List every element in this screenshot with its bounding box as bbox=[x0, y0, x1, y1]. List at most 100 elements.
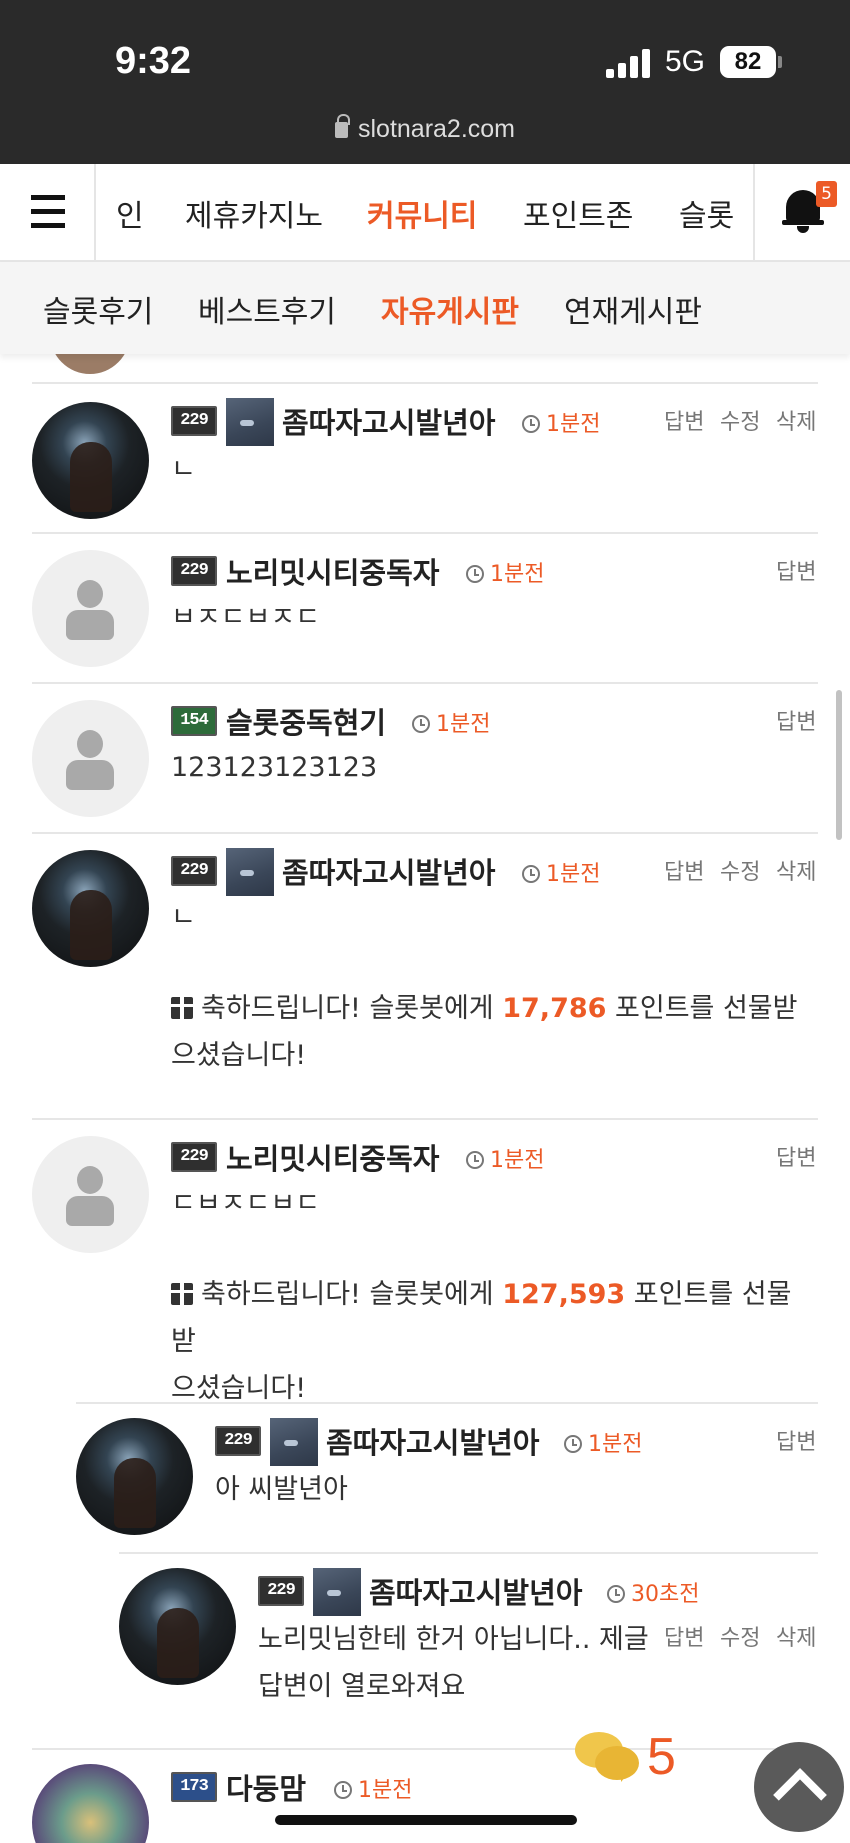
gift-text: 포인트를 선물받 bbox=[606, 993, 798, 1024]
comment-text: 아 씨발년아 bbox=[215, 1474, 348, 1505]
delete-button[interactable]: 삭제 bbox=[776, 1620, 816, 1652]
nickname[interactable]: 슬롯중독현기 bbox=[226, 700, 386, 742]
tab-best-review[interactable]: 베스트후기 bbox=[198, 287, 336, 331]
reply-button[interactable]: 답변 bbox=[776, 554, 816, 586]
edit-button[interactable]: 수정 bbox=[720, 854, 760, 886]
nickname[interactable]: 다둥맘 bbox=[226, 1766, 306, 1808]
time-text: 1분전 bbox=[436, 712, 491, 737]
reply-button[interactable]: 답변 bbox=[776, 704, 816, 736]
comment-item: 229 노리밋시티중독자 1분전 답변 ㄷㅂㅈㄷㅂㄷ 축하드립니다! 슬롯봇에게… bbox=[32, 1118, 818, 1406]
clock-time: 9:32 bbox=[115, 40, 192, 82]
avatar[interactable] bbox=[32, 402, 149, 519]
avatar[interactable] bbox=[32, 850, 149, 967]
comment-text: ㄴ bbox=[171, 902, 196, 933]
nav-item-point-zone[interactable]: 포인트존 bbox=[523, 191, 633, 235]
notification-button[interactable]: 5 bbox=[753, 164, 850, 260]
nav-item-partner-casino[interactable]: 제휴카지노 bbox=[185, 191, 323, 235]
reply-button[interactable]: 답변 bbox=[664, 854, 704, 886]
timestamp: 1분전 bbox=[466, 556, 544, 588]
comment-item: 154 슬롯중독현기 1분전 답변 123123123123 bbox=[32, 682, 818, 832]
comment-text: ㅂㅈㄷㅂㅈㄷ bbox=[171, 602, 321, 633]
time-text: 30초전 bbox=[631, 1582, 700, 1607]
reply-button[interactable]: 답변 bbox=[776, 1424, 816, 1456]
gift-message: 축하드립니다! 슬롯봇에게 17,786 포인트를 선물받 으셨습니다! bbox=[169, 985, 811, 1079]
gift-icon bbox=[169, 1281, 195, 1305]
level-badge: 173 bbox=[171, 1772, 217, 1802]
nav-item-login[interactable]: 인 bbox=[116, 191, 144, 235]
avatar[interactable] bbox=[32, 550, 149, 667]
gift-points: 17,786 bbox=[502, 993, 607, 1024]
lock-icon bbox=[334, 114, 350, 138]
status-bar: 9:32 5G 82 slotnara2.com bbox=[0, 0, 850, 164]
gift-message: 축하드립니다! 슬롯봇에게 127,593 포인트를 선물받 으셨습니다! bbox=[169, 1271, 811, 1412]
user-icon bbox=[226, 398, 274, 446]
gift-text: 으셨습니다! bbox=[171, 1373, 307, 1404]
avatar[interactable] bbox=[32, 1764, 149, 1843]
edit-button[interactable]: 수정 bbox=[720, 404, 760, 436]
comment-item: 173 다둥맘 1분전 답변 bbox=[32, 1748, 818, 1843]
comment-bubble-icon[interactable] bbox=[575, 1732, 641, 1786]
tab-slot-review[interactable]: 슬롯후기 bbox=[43, 287, 153, 331]
level-badge: 229 bbox=[215, 1426, 261, 1456]
nickname[interactable]: 좀따자고시발년아 bbox=[369, 1570, 582, 1612]
nickname[interactable]: 좀따자고시발년아 bbox=[282, 850, 495, 892]
nickname[interactable]: 좀따자고시발년아 bbox=[326, 1420, 539, 1462]
url-text: slotnara2.com bbox=[357, 115, 516, 143]
scroll-to-top-button[interactable] bbox=[754, 1742, 844, 1832]
bell-base bbox=[782, 220, 824, 225]
timestamp: 1분전 bbox=[522, 406, 600, 438]
comment-item: 229 좀따자고시발년아 1분전 답변 수정 삭제 ㄴ bbox=[32, 382, 818, 532]
address-bar[interactable]: slotnara2.com bbox=[0, 114, 850, 144]
level-badge: 229 bbox=[171, 856, 217, 886]
edit-button[interactable]: 수정 bbox=[720, 1620, 760, 1652]
nickname[interactable]: 노리밋시티중독자 bbox=[226, 1136, 439, 1178]
clock-icon bbox=[334, 1781, 352, 1799]
main-nav: 인 제휴카지노 커뮤니티 포인트존 슬롯 5 bbox=[0, 164, 850, 262]
clock-icon bbox=[466, 565, 484, 583]
clock-icon bbox=[522, 415, 540, 433]
timestamp: 1분전 bbox=[412, 706, 490, 738]
sub-nav: 슬롯후기 베스트후기 자유게시판 연재게시판 bbox=[0, 262, 850, 354]
time-text: 1분전 bbox=[546, 412, 601, 437]
reply-item: 229 좀따자고시발년아 30초전 답변 수정 삭제 노리밋님한테 한거 아닙니… bbox=[119, 1552, 818, 1748]
comment-count[interactable]: 5 bbox=[647, 1727, 676, 1787]
delete-button[interactable]: 삭제 bbox=[776, 854, 816, 886]
avatar[interactable] bbox=[32, 1136, 149, 1253]
avatar[interactable] bbox=[76, 1418, 193, 1535]
avatar bbox=[50, 354, 130, 374]
avatar[interactable] bbox=[119, 1568, 236, 1685]
time-text: 1분전 bbox=[588, 1432, 643, 1457]
avatar[interactable] bbox=[32, 700, 149, 817]
gift-points: 127,593 bbox=[502, 1279, 626, 1310]
reply-button[interactable]: 답변 bbox=[664, 404, 704, 436]
user-icon bbox=[313, 1568, 361, 1616]
nickname[interactable]: 좀따자고시발년아 bbox=[282, 400, 495, 442]
gift-text: 으셨습니다! bbox=[171, 1040, 307, 1071]
reply-item: 229 좀따자고시발년아 1분전 답변 아 씨발년아 bbox=[76, 1402, 818, 1552]
comment-text: ㄴ bbox=[171, 454, 196, 485]
delete-button[interactable]: 삭제 bbox=[776, 404, 816, 436]
level-badge: 229 bbox=[171, 406, 217, 436]
comment-item: 229 노리밋시티중독자 1분전 답변 ㅂㅈㄷㅂㅈㄷ bbox=[32, 532, 818, 682]
bell-clapper bbox=[797, 226, 809, 233]
time-text: 1분전 bbox=[546, 862, 601, 887]
nav-item-slot[interactable]: 슬롯 bbox=[679, 191, 734, 235]
network-type: 5G bbox=[665, 45, 706, 78]
reply-button[interactable]: 답변 bbox=[776, 1140, 816, 1172]
tab-free-board[interactable]: 자유게시판 bbox=[381, 287, 519, 331]
hamburger-menu-icon[interactable] bbox=[0, 164, 96, 260]
tab-serial-board[interactable]: 연재게시판 bbox=[564, 287, 702, 331]
timestamp: 1분전 bbox=[334, 1772, 412, 1804]
nav-item-community[interactable]: 커뮤니티 bbox=[367, 191, 477, 235]
level-badge: 229 bbox=[171, 556, 217, 586]
nav-items: 인 제휴카지노 커뮤니티 포인트존 슬롯 bbox=[98, 164, 753, 260]
nickname[interactable]: 노리밋시티중독자 bbox=[226, 550, 439, 592]
battery-icon: 82 bbox=[720, 46, 776, 78]
timestamp: 1분전 bbox=[466, 1142, 544, 1174]
user-icon bbox=[226, 848, 274, 896]
comment-text: 123123123123 bbox=[171, 752, 378, 783]
gift-text: 축하드립니다! 슬롯봇에게 bbox=[201, 1279, 503, 1310]
scrollbar[interactable] bbox=[836, 690, 842, 840]
timestamp: 1분전 bbox=[522, 856, 600, 888]
reply-button[interactable]: 답변 bbox=[664, 1620, 704, 1652]
